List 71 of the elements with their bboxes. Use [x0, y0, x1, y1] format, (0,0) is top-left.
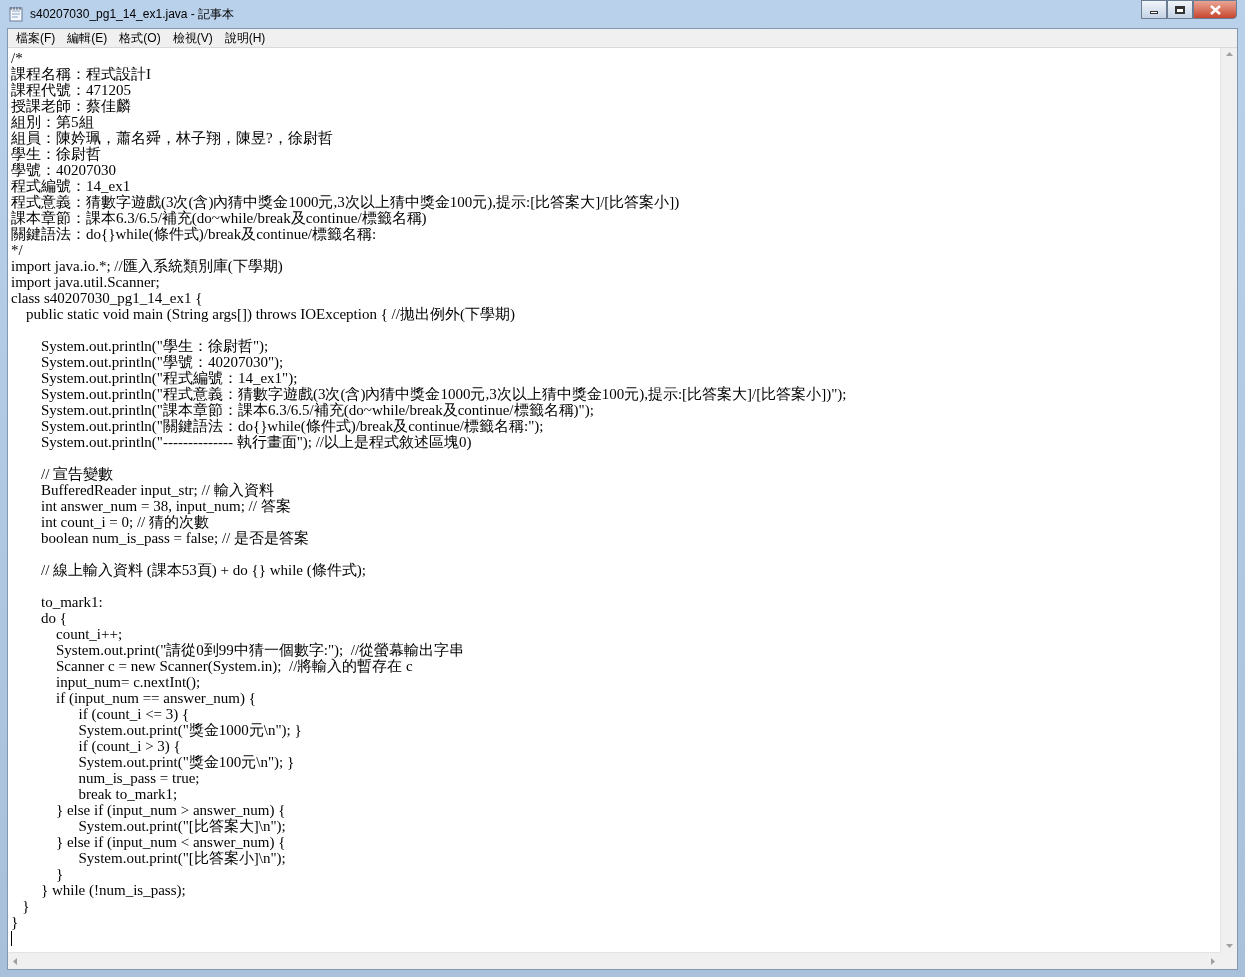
code-line: if (count_i > 3) {: [77, 738, 181, 754]
code-line: import java.io.*; //匯入系統類別庫(下學期): [11, 258, 283, 274]
code-line: break to_mark1;: [77, 786, 178, 802]
minimize-button[interactable]: [1141, 0, 1167, 19]
menu-item[interactable]: 檢視(V): [166, 29, 219, 47]
code-line: 學號：40207030: [11, 162, 116, 178]
code-line: } else if (input_num > answer_num) {: [55, 802, 286, 818]
code-line: // 線上輸入資料 (課本53頁) + do {} while (條件式);: [40, 562, 366, 578]
code-line: import java.util.Scanner;: [11, 274, 160, 290]
scroll-right-icon[interactable]: [1211, 957, 1215, 965]
code-line: */: [11, 242, 23, 258]
menu-item[interactable]: 格式(O): [113, 29, 167, 47]
code-line: public static void main (String args[]) throws IOException { //拋出例外(下學期): [25, 306, 515, 322]
code-line: Scanner c = new Scanner(System.in); //將輸入的暫存在 c: [55, 658, 413, 674]
code-line: 關鍵語法：do{}while(條件式)/break及continue/標籤名稱:: [11, 226, 377, 242]
code-line: BufferedReader input_str; // 輸入資料: [40, 482, 274, 498]
code-line: System.out.println("關鍵語法：do{}while(條件式)/break及continue/標籤名稱:");: [40, 418, 544, 434]
code-line: System.out.print("獎金100元\n"); }: [77, 754, 295, 770]
code-line: System.out.print("[比答案大]\n");: [77, 818, 286, 834]
code-line: 組員：陳妗珮，蕭名舜，林子翔，陳昱?，徐尉哲: [11, 130, 333, 146]
menu-item[interactable]: 檔案(F): [10, 29, 62, 47]
code-line: do {: [40, 610, 67, 626]
code-line: 授課老師：蔡佳麟: [11, 98, 131, 114]
code-line: if (count_i <= 3) {: [77, 706, 190, 722]
code-line: to_mark1:: [40, 594, 103, 610]
code-line: class s40207030_pg1_14_ex1 {: [11, 290, 203, 306]
window-title: s40207030_pg1_14_ex1.java - 記事本: [30, 6, 235, 23]
code-line: 學生：徐尉哲: [11, 146, 101, 162]
code-line: 課程名稱：程式設計I: [11, 66, 151, 82]
code-line: System.out.println("學號：40207030");: [40, 354, 284, 370]
code-line: int count_i = 0; // 猜的次數: [40, 514, 210, 530]
code-line: }: [21, 898, 30, 914]
notepad-icon: [8, 6, 24, 22]
code-line: } else if (input_num < answer_num) {: [55, 834, 286, 850]
vertical-scrollbar[interactable]: [1220, 48, 1237, 952]
code-line: } while (!num_is_pass);: [40, 882, 186, 898]
code-line: 程式編號：14_ex1: [11, 178, 131, 194]
close-icon: [1209, 4, 1221, 15]
code-line: System.out.print("請從0到99中猜一個數字:"); //從螢幕輸出字串: [55, 642, 465, 658]
code-line: System.out.println("程式編號：14_ex1");: [40, 370, 298, 386]
code-line: input_num= c.nextInt();: [55, 674, 201, 690]
code-line: System.out.println("程式意義：猜數字遊戲(3次(含)內猜中獎金1000元,3次以上猜中獎金100元),提示:[比答案大]/[比答案小])");: [40, 386, 847, 402]
code-line: System.out.println("課本章節：課本6.3/6.5/補充(do~while/break及continue/標籤名稱)");: [40, 402, 594, 418]
horizontal-scrollbar[interactable]: [8, 952, 1220, 969]
code-line: num_is_pass = true;: [77, 770, 200, 786]
code-line: int answer_num = 38, input_num; // 答案: [40, 498, 291, 514]
code-line: 課本章節：課本6.3/6.5/補充(do~while/break及continue/標籤名稱): [11, 210, 427, 226]
maximize-icon: [1175, 5, 1185, 14]
code-line: if (input_num == answer_num) {: [55, 690, 256, 706]
code-line: }: [11, 914, 19, 930]
menu-item[interactable]: 說明(H): [218, 29, 272, 47]
code-line: 程式意義：猜數字遊戲(3次(含)內猜中獎金1000元,3次以上猜中獎金100元),提示:[比答案大]/[比答案小]): [11, 194, 680, 210]
code-line: }: [55, 866, 64, 882]
scroll-left-icon[interactable]: [13, 957, 17, 965]
code-line: boolean num_is_pass = false; // 是否是答案: [40, 530, 309, 546]
code-line: System.out.println("-------------- 執行畫面"); //以上是程式敘述區塊0): [40, 434, 472, 450]
code-line: 課程代號：471205: [11, 82, 131, 98]
code-line: /*: [11, 50, 23, 66]
code-line: // 宣告變數: [40, 466, 114, 482]
code-line: count_i++;: [55, 626, 123, 642]
close-button[interactable]: [1193, 0, 1237, 19]
code-line: System.out.print("獎金1000元\n"); }: [77, 722, 302, 738]
minimize-icon: [1150, 11, 1158, 14]
text-cursor: [11, 930, 12, 946]
scroll-up-icon[interactable]: [1225, 52, 1233, 56]
code-line: 組別：第5組: [11, 114, 94, 130]
scroll-down-icon[interactable]: [1225, 944, 1233, 948]
code-line: System.out.println("學生：徐尉哲");: [40, 338, 269, 354]
menu-item[interactable]: 編輯(E): [61, 29, 114, 47]
code-line: System.out.print("[比答案小]\n");: [77, 850, 286, 866]
maximize-button[interactable]: [1167, 0, 1193, 19]
